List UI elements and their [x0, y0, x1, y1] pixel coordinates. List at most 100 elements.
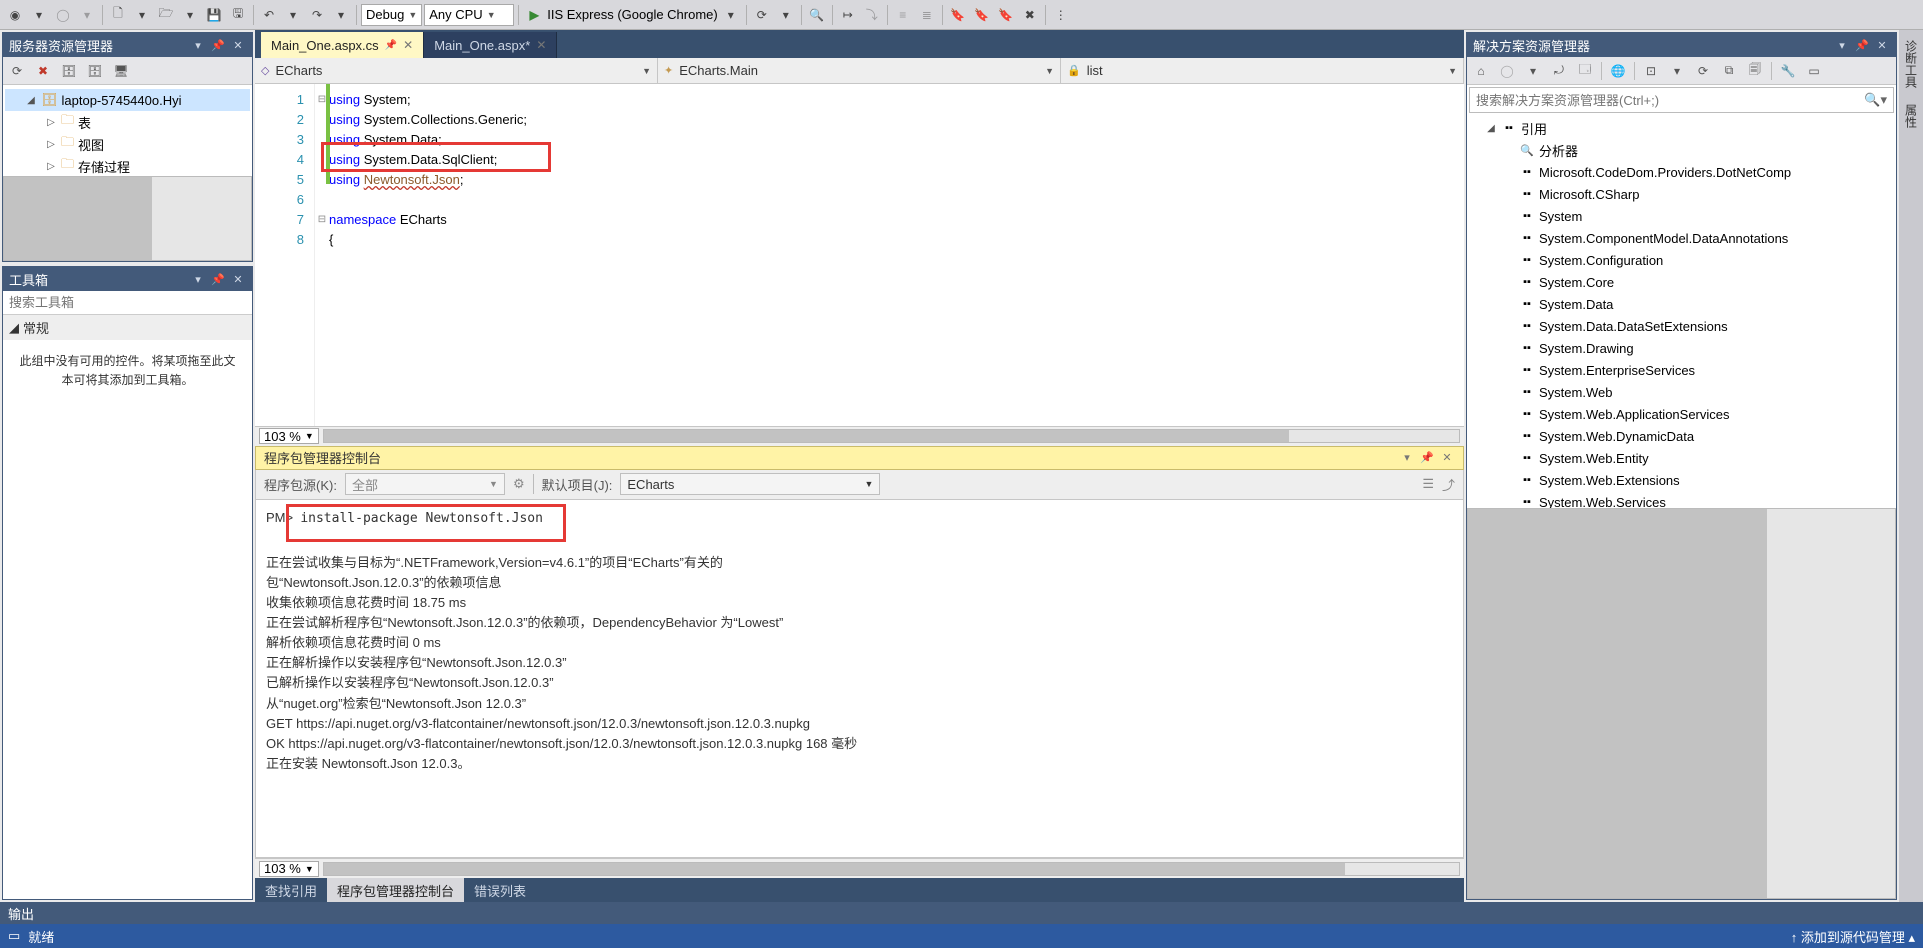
bottom-tab[interactable]: 查找引用 [255, 878, 327, 902]
reference-item[interactable]: ▪▪System.Web.DynamicData [1467, 425, 1896, 447]
nav-fwd-icon[interactable]: ◯ [52, 4, 74, 26]
save-icon[interactable]: 💾 [203, 4, 225, 26]
close-icon[interactable]: ✕ [403, 38, 413, 52]
refresh-icon[interactable]: ⟳ [7, 61, 27, 81]
editor-tab[interactable]: Main_One.aspx.cs📌✕ [261, 32, 424, 58]
collapse-icon[interactable]: ⧉ [1719, 61, 1739, 81]
bottom-tab[interactable]: 程序包管理器控制台 [327, 878, 464, 902]
open-file-drop[interactable]: ▾ [179, 4, 201, 26]
bookmark-clear-icon[interactable]: ✖ [1019, 4, 1041, 26]
code-editor[interactable]: 12345678 ⊟⊟ using System;using System.Co… [255, 84, 1464, 426]
reference-item[interactable]: ▪▪System.ComponentModel.DataAnnotations [1467, 227, 1896, 249]
step-over-icon[interactable]: ⤵ [861, 4, 883, 26]
reference-item[interactable]: ▪▪System.Data.DataSetExtensions [1467, 315, 1896, 337]
bookmark-next-icon[interactable]: 🔖 [971, 4, 993, 26]
nav-back-arrow-icon[interactable]: ▾ [28, 4, 50, 26]
panel-menu-icon[interactable]: ▾ [1399, 450, 1415, 466]
pmc-source-combo[interactable]: 全部▼ [345, 473, 505, 495]
pmc-opt2-icon[interactable]: ⤴ [1442, 475, 1455, 494]
nav-fwd-arrow-icon[interactable]: ▾ [76, 4, 98, 26]
tree-node[interactable]: ▷🗀表 [5, 111, 250, 133]
redo-icon[interactable]: ↷ [306, 4, 328, 26]
run-drop[interactable]: ▾ [720, 4, 742, 26]
properties-tab[interactable]: 属性 [1901, 100, 1922, 132]
browser-refresh-icon[interactable]: ⟳ [751, 4, 773, 26]
toolbox-category[interactable]: ◢常规 [3, 315, 252, 340]
nav-back-icon[interactable]: ◉ [4, 4, 26, 26]
undo-drop[interactable]: ▾ [282, 4, 304, 26]
close-icon[interactable]: ✕ [536, 38, 546, 52]
search-icon[interactable]: 🔍▾ [1858, 92, 1893, 108]
pin-icon[interactable]: 📌 [210, 271, 226, 287]
close-icon[interactable]: ✕ [1439, 450, 1455, 466]
bookmark-icon[interactable]: 🔖 [947, 4, 969, 26]
show-all-drop[interactable]: ▾ [1667, 61, 1687, 81]
config-combo[interactable]: Debug▼ [361, 4, 422, 26]
redo-drop[interactable]: ▾ [330, 4, 352, 26]
reference-item[interactable]: ▪▪System.Drawing [1467, 337, 1896, 359]
console-zoom[interactable]: 103 %▼ [259, 861, 319, 877]
globe-icon[interactable]: 🌐 [1608, 61, 1628, 81]
find-icon[interactable]: 🔍 [806, 4, 828, 26]
new-project-icon[interactable]: 🗋 [107, 4, 129, 26]
reference-item[interactable]: ▪▪Microsoft.CodeDom.Providers.DotNetComp [1467, 161, 1896, 183]
solution-tree[interactable]: ◢▪▪引用 🔍分析器 ▪▪Microsoft.CodeDom.Providers… [1467, 115, 1896, 508]
undo-icon[interactable]: ↶ [258, 4, 280, 26]
bookmark-prev-icon[interactable]: 🔖 [995, 4, 1017, 26]
preview-icon[interactable]: ▭ [1804, 61, 1824, 81]
run-icon[interactable]: ▶ [523, 4, 545, 26]
nav-scope[interactable]: ◇ECharts▼ [255, 58, 658, 83]
reference-item[interactable]: ▪▪System.Web.Entity [1467, 447, 1896, 469]
reference-item[interactable]: ▪▪System.Configuration [1467, 249, 1896, 271]
save-all-icon[interactable]: 🖫 [227, 4, 249, 26]
reference-item[interactable]: ▪▪System.Core [1467, 271, 1896, 293]
reference-item[interactable]: ▪▪System.EnterpriseServices [1467, 359, 1896, 381]
reference-item[interactable]: ▪▪System.Web.Extensions [1467, 469, 1896, 491]
editor-tab[interactable]: Main_One.aspx*✕ [424, 32, 557, 58]
step-into-icon[interactable]: ↦ [837, 4, 859, 26]
open-file-icon[interactable]: 🗁 [155, 4, 177, 26]
status-scm[interactable]: ↑ 添加到源代码管理 ▴ [1791, 927, 1915, 946]
new-project-drop[interactable]: ▾ [131, 4, 153, 26]
sync-icon[interactable]: ⤾ [1549, 61, 1569, 81]
stop-icon[interactable]: ✖ [33, 61, 53, 81]
align-right-icon[interactable]: ≣ [916, 4, 938, 26]
copy-icon[interactable]: 🗐 [1745, 61, 1765, 81]
gear-icon[interactable]: ⚙ [513, 476, 525, 492]
panel-menu-icon[interactable]: ▾ [190, 37, 206, 53]
platform-combo[interactable]: Any CPU▼ [424, 4, 514, 26]
editor-zoom[interactable]: 103 %▼ [259, 428, 319, 444]
back-icon[interactable]: ◯ [1497, 61, 1517, 81]
pmc-project-combo[interactable]: ECharts▼ [620, 473, 880, 495]
panel-menu-icon[interactable]: ▾ [190, 271, 206, 287]
toolbox-search[interactable] [3, 291, 252, 315]
run-target[interactable]: IIS Express (Google Chrome) [547, 7, 718, 22]
align-left-icon[interactable]: ≡ [892, 4, 914, 26]
back-drop[interactable]: ▾ [1523, 61, 1543, 81]
reference-item[interactable]: ▪▪System.Web.Services [1467, 491, 1896, 508]
tree-node[interactable]: ▷🗀存储过程 [5, 155, 250, 176]
pin-icon[interactable]: 📌 [1419, 450, 1435, 466]
properties-icon[interactable]: 🔧 [1778, 61, 1798, 81]
connect-db-icon[interactable]: 🗄 [59, 61, 79, 81]
reference-item[interactable]: ▪▪System.Data [1467, 293, 1896, 315]
solution-search[interactable] [1470, 93, 1858, 108]
reference-item[interactable]: ▪▪System [1467, 205, 1896, 227]
pending-icon[interactable]: 🗔 [1575, 61, 1595, 81]
pin-icon[interactable]: 📌 [210, 37, 226, 53]
reference-item[interactable]: ▪▪Microsoft.CSharp [1467, 183, 1896, 205]
bottom-tab[interactable]: 错误列表 [464, 878, 536, 902]
close-icon[interactable]: ✕ [230, 37, 246, 53]
pmc-output[interactable]: PM> install-package Newtonsoft.Json 正在尝试… [255, 500, 1464, 859]
diagnostics-tab[interactable]: 诊断工具 [1901, 36, 1922, 92]
refresh-icon[interactable]: ⟳ [1693, 61, 1713, 81]
nav-member[interactable]: 🔒list▼ [1061, 58, 1464, 83]
close-icon[interactable]: ✕ [230, 271, 246, 287]
pin-icon[interactable]: 📌 [1854, 37, 1870, 53]
home-icon[interactable]: ⌂ [1471, 61, 1491, 81]
tree-node[interactable]: ▷🗀视图 [5, 133, 250, 155]
pmc-opt1-icon[interactable]: ☰ [1422, 476, 1434, 492]
reference-item[interactable]: ▪▪System.Web.ApplicationServices [1467, 403, 1896, 425]
close-icon[interactable]: ✕ [1874, 37, 1890, 53]
panel-menu-icon[interactable]: ▾ [1834, 37, 1850, 53]
